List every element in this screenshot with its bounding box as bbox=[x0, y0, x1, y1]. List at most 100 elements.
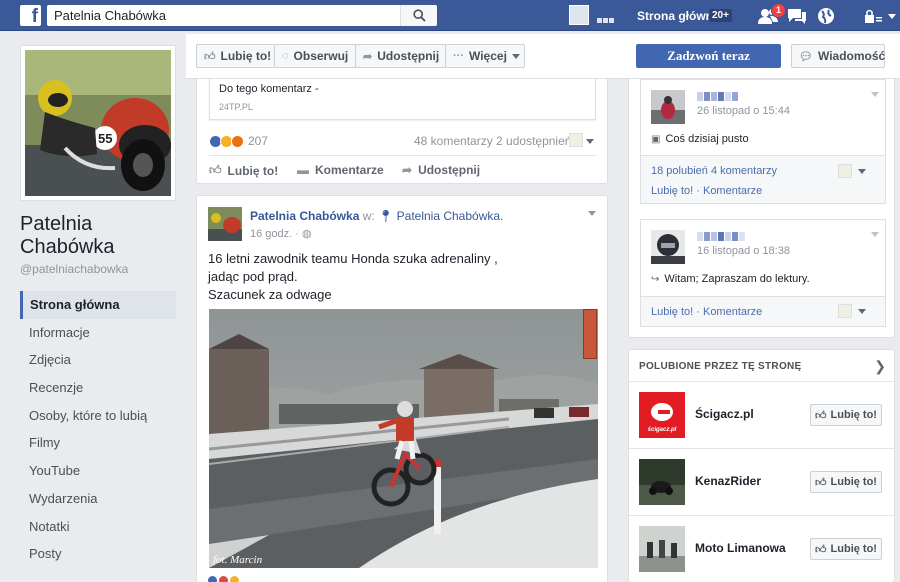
visitor-post-date[interactable]: 26 listopad o 15:44 bbox=[697, 105, 790, 117]
facebook-logo-icon[interactable]: f bbox=[20, 5, 41, 26]
liked-page-thumbnail[interactable]: ścigacz.pl bbox=[639, 392, 685, 438]
nav-item-youtube[interactable]: YouTube bbox=[20, 457, 176, 485]
post-photo[interactable]: fot. Marcin bbox=[209, 309, 598, 568]
share-arrow-icon: ➦ bbox=[363, 50, 373, 63]
nav-item-likes[interactable]: Osoby, które to lubią bbox=[20, 402, 176, 430]
comments-shares-count[interactable]: 48 komentarzy 2 udostępnień bbox=[414, 134, 571, 148]
visitor-name-redacted[interactable] bbox=[697, 232, 746, 241]
search-box bbox=[47, 5, 437, 26]
thumbs-up-icon: 👍︎ bbox=[209, 163, 222, 177]
link-preview[interactable]: Do tego komentarz - 24TP.PL bbox=[209, 79, 596, 120]
chevron-right-icon[interactable]: ❯ bbox=[874, 358, 886, 375]
share-as-avatar[interactable] bbox=[569, 133, 583, 147]
nav-item-events[interactable]: Wydarzenia bbox=[20, 485, 176, 513]
chevron-down-icon[interactable] bbox=[858, 169, 866, 174]
follow-button[interactable]: ◌ Obserwuj bbox=[275, 44, 356, 68]
like-liked-page-button[interactable]: 👍︎ Lubię to! bbox=[810, 538, 882, 560]
message-button[interactable]: 💬︎ Wiadomość bbox=[791, 44, 885, 68]
post-comment-button[interactable]: ▬ Komentarze bbox=[297, 163, 384, 177]
chevron-down-icon bbox=[511, 53, 520, 59]
feed-post-previous: Do tego komentarz - 24TP.PL 207 48 komen… bbox=[196, 79, 608, 184]
link-preview-domain: 24TP.PL bbox=[219, 102, 253, 112]
nav-item-videos[interactable]: Filmy bbox=[20, 429, 176, 457]
share-page-button[interactable]: ➦ Udostępnij bbox=[356, 44, 446, 68]
globe-notifications-icon[interactable] bbox=[815, 5, 837, 27]
nav-item-photos[interactable]: Zdjęcia bbox=[20, 346, 176, 374]
messages-icon[interactable] bbox=[786, 5, 808, 27]
status-icon: ▣ bbox=[651, 133, 661, 145]
visitor-post-text: ↪ Witam; Zapraszam do lektury. bbox=[651, 273, 810, 285]
account-menu-caret-icon[interactable] bbox=[888, 14, 896, 19]
motocross-wheelie-photo bbox=[209, 309, 598, 568]
chevron-down-icon[interactable] bbox=[871, 92, 879, 97]
liked-page-name[interactable]: KenazRider bbox=[695, 474, 761, 488]
post-author-line: Patelnia Chabówka w: 📍︎ Patelnia Chabówk… bbox=[250, 209, 503, 223]
visitor-post-date[interactable]: 16 listopad o 18:38 bbox=[697, 245, 790, 257]
call-now-button[interactable]: Zadzwoń teraz bbox=[636, 44, 781, 68]
share-as-avatar[interactable] bbox=[838, 164, 852, 178]
post-location[interactable]: Patelnia Chabówka. bbox=[397, 209, 504, 223]
like-page-button[interactable]: 👍︎ Lubię to! bbox=[196, 44, 275, 68]
liked-page-name[interactable]: Ścigacz.pl bbox=[695, 407, 754, 421]
visitor-name-redacted[interactable] bbox=[697, 92, 739, 101]
visitor-post-actions[interactable]: Lubię to! · Komentarze bbox=[651, 306, 762, 318]
liked-page-thumbnail[interactable] bbox=[639, 526, 685, 572]
liked-pages-header[interactable]: POLUBIONE PRZEZ TĘ STRONĘ bbox=[639, 361, 802, 372]
visitor-post-stats[interactable]: 18 polubień 4 komentarzy bbox=[651, 165, 777, 177]
like-reaction-icon bbox=[208, 576, 217, 582]
nav-item-posts[interactable]: Posty bbox=[20, 540, 176, 568]
thumbs-up-icon: 👍︎ bbox=[815, 409, 827, 422]
liked-pages-section: POLUBIONE PRZEZ TĘ STRONĘ ❯ ścigacz.pl Ś… bbox=[628, 349, 895, 582]
reactions-summary[interactable]: 207 bbox=[209, 134, 268, 148]
feed-post: Patelnia Chabówka w: 📍︎ Patelnia Chabówk… bbox=[196, 195, 608, 582]
visitor-post-text: ▣ Coś dzisiaj pusto bbox=[651, 133, 749, 145]
photo-corner-thumbnail[interactable] bbox=[583, 309, 597, 359]
search-icon bbox=[412, 9, 426, 22]
nav-item-home[interactable]: Strona główna bbox=[20, 291, 176, 319]
visitor-avatar[interactable] bbox=[651, 230, 685, 264]
chevron-down-icon[interactable] bbox=[858, 309, 866, 314]
chevron-down-icon[interactable] bbox=[871, 232, 879, 237]
visitor-post: 26 listopad o 15:44 ▣ Coś dzisiaj pusto 1… bbox=[640, 79, 886, 204]
like-liked-page-button[interactable]: 👍︎ Lubię to! bbox=[810, 471, 882, 493]
visitor-post-actions[interactable]: Lubię to! · Komentarze bbox=[651, 185, 762, 197]
post-author-avatar[interactable] bbox=[208, 207, 242, 241]
visitor-post-footer: 18 polubień 4 komentarzy Lubię to! · Kom… bbox=[641, 155, 885, 203]
home-link[interactable]: Strona główna bbox=[637, 9, 720, 23]
nav-item-reviews[interactable]: Recenzje bbox=[20, 374, 176, 402]
reaction-count: 207 bbox=[248, 134, 269, 148]
link-preview-text: Do tego komentarz - bbox=[219, 83, 319, 95]
notification-badge: 1 bbox=[771, 3, 787, 18]
user-avatar[interactable] bbox=[569, 5, 589, 25]
more-button[interactable]: ··· Więcej bbox=[446, 44, 525, 68]
nav-item-notes[interactable]: Notatki bbox=[20, 513, 176, 541]
location-pin-icon: 📍︎ bbox=[378, 209, 394, 223]
post-like-button[interactable]: 👍︎ Lubię to! bbox=[209, 163, 278, 178]
visitor-avatar[interactable] bbox=[651, 90, 685, 124]
post-author-name[interactable]: Patelnia Chabówka bbox=[250, 209, 359, 223]
share-arrow-icon: ➦ bbox=[402, 163, 413, 177]
share-as-avatar[interactable] bbox=[838, 304, 852, 318]
page-username[interactable]: @patelniachabowka bbox=[20, 262, 128, 276]
privacy-lock-icon[interactable] bbox=[861, 5, 883, 27]
post-options-chevron-icon[interactable] bbox=[588, 211, 596, 216]
search-input[interactable] bbox=[47, 5, 400, 26]
liked-page-thumbnail[interactable] bbox=[639, 459, 685, 505]
svg-text:55: 55 bbox=[98, 131, 112, 146]
liked-page-name[interactable]: Moto Limanowa bbox=[695, 541, 786, 555]
user-name-redacted[interactable] bbox=[597, 12, 619, 23]
post-share-button[interactable]: ➦ Udostępnij bbox=[402, 163, 480, 177]
search-button[interactable] bbox=[400, 5, 437, 26]
post-timestamp[interactable]: 16 godz. · ◍ bbox=[250, 227, 312, 240]
top-navigation-bar: f Strona główna 20+ 1 bbox=[0, 0, 900, 31]
thumbs-up-icon: 👍︎ bbox=[204, 50, 216, 63]
like-liked-page-button[interactable]: 👍︎ Lubię to! bbox=[810, 404, 882, 426]
page-title[interactable]: Patelnia Chabówka bbox=[20, 213, 180, 259]
page-profile-picture[interactable]: 55 bbox=[20, 45, 176, 201]
message-bubble-icon: 💬︎ bbox=[799, 50, 813, 63]
chevron-down-icon[interactable] bbox=[586, 139, 594, 144]
nav-item-about[interactable]: Informacje bbox=[20, 319, 176, 347]
link-share-icon: ↪ bbox=[651, 273, 660, 285]
page-action-bar: 👍︎ Lubię to! ◌ Obserwuj ➦ Udostępnij ··· Wię… bbox=[186, 34, 900, 79]
photo-credit: fot. Marcin bbox=[213, 554, 263, 566]
